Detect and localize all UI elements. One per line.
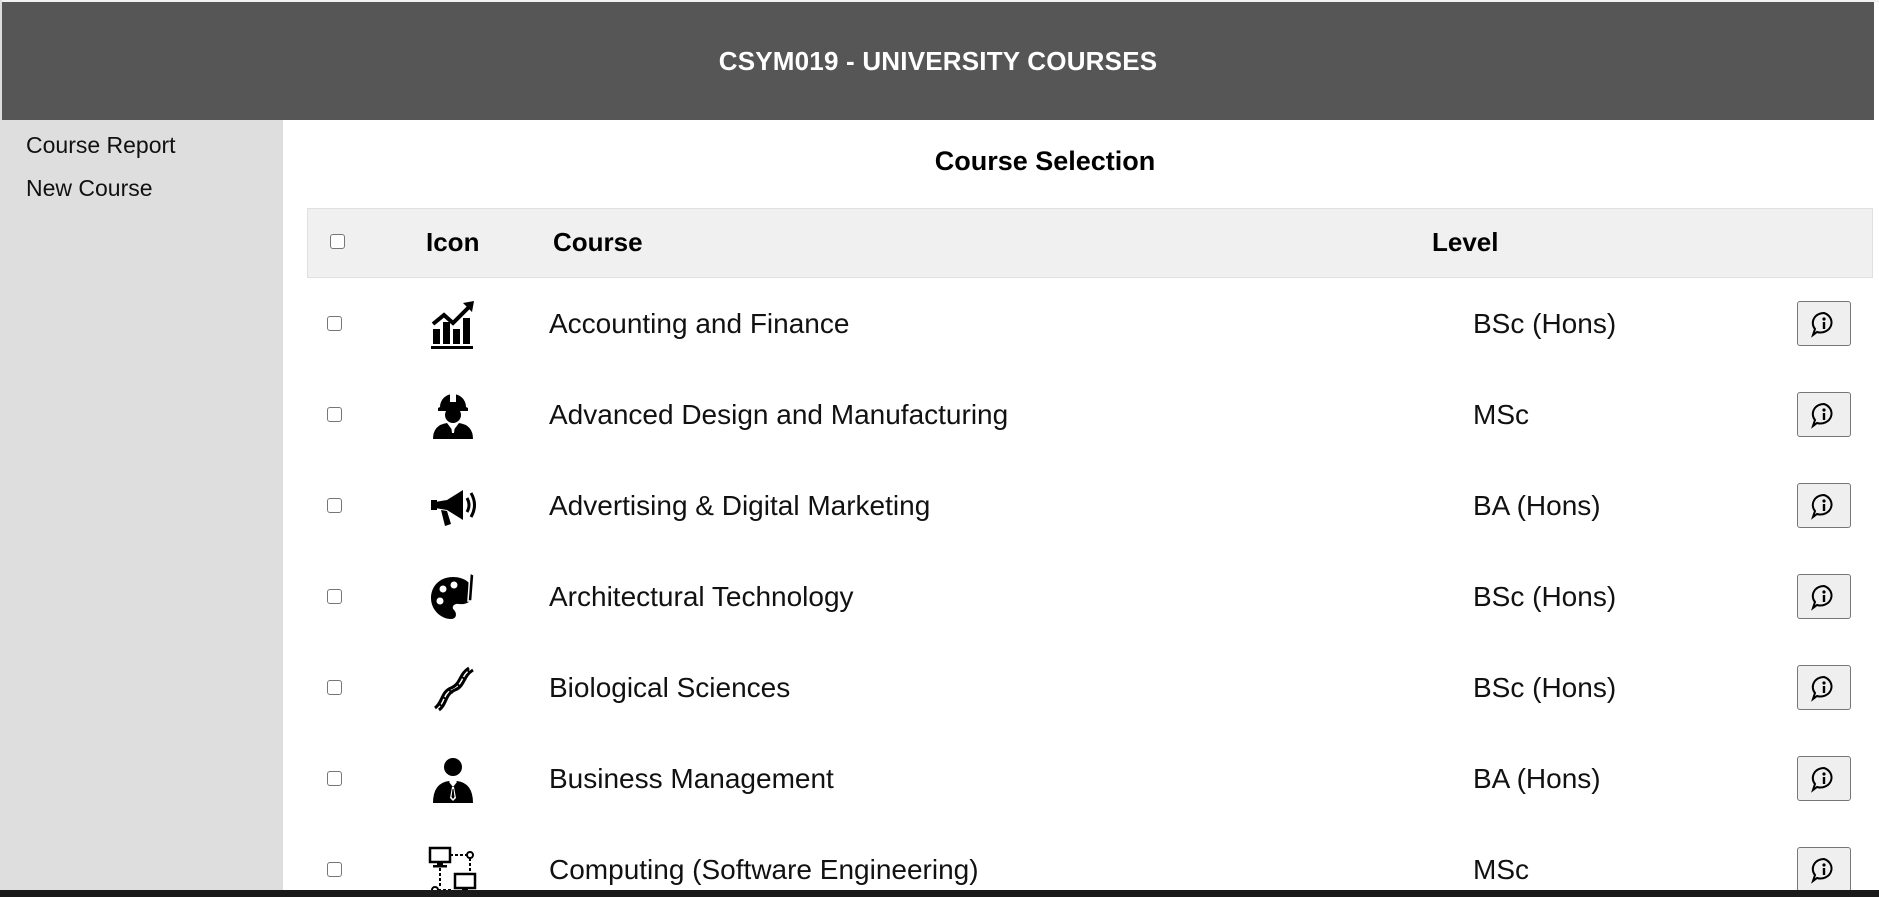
column-header-icon: Icon — [426, 227, 480, 257]
column-header-level: Level — [1432, 227, 1499, 257]
table-row: Business Management BA (Hons) — [307, 733, 1873, 824]
course-level: BSc (Hons) — [1473, 672, 1617, 703]
table-row: Advertising & Digital Marketing BA (Hons… — [307, 460, 1873, 551]
table-row: Advanced Design and Manufacturing MSc — [307, 369, 1873, 460]
course-info-button[interactable] — [1797, 574, 1851, 619]
engineer-helmet-icon — [433, 394, 473, 439]
course-info-button[interactable] — [1797, 665, 1851, 710]
row-checkbox[interactable] — [327, 680, 342, 695]
row-checkbox[interactable] — [327, 407, 342, 422]
info-speech-bubble-icon — [1811, 857, 1833, 884]
table-row: Computing (Software Engineering) MSc — [307, 824, 1873, 890]
course-info-button[interactable] — [1797, 483, 1851, 528]
business-person-icon — [433, 758, 473, 803]
course-level: BSc (Hons) — [1473, 308, 1617, 339]
course-name: Advanced Design and Manufacturing — [549, 399, 1009, 430]
row-checkbox[interactable] — [327, 589, 342, 604]
info-speech-bubble-icon — [1811, 766, 1833, 793]
course-level: MSc — [1473, 399, 1529, 430]
table-row: Biological Sciences BSc (Hons) — [307, 642, 1873, 733]
course-info-button[interactable] — [1797, 756, 1851, 801]
course-level: MSc — [1473, 854, 1529, 885]
table-row: Accounting and Finance BSc (Hons) — [307, 278, 1873, 369]
megaphone-icon — [431, 490, 476, 526]
info-speech-bubble-icon — [1811, 311, 1833, 338]
row-checkbox[interactable] — [327, 316, 342, 331]
course-info-button[interactable] — [1797, 301, 1851, 346]
info-speech-bubble-icon — [1811, 584, 1833, 611]
main-content: Course Selection Icon Course Level Accou… — [283, 120, 1879, 890]
row-checkbox[interactable] — [327, 771, 342, 786]
course-name: Business Management — [549, 763, 834, 794]
info-speech-bubble-icon — [1811, 402, 1833, 429]
table-row: Architectural Technology BSc (Hons) — [307, 551, 1873, 642]
page-header: CSYM019 - UNIVERSITY COURSES — [2, 2, 1874, 120]
info-speech-bubble-icon — [1811, 493, 1833, 520]
finance-chart-icon — [431, 301, 474, 349]
row-checkbox[interactable] — [327, 862, 342, 877]
window-edge-bottom — [0, 890, 1879, 897]
row-checkbox[interactable] — [327, 498, 342, 513]
page-title: Course Selection — [934, 146, 1156, 176]
course-name: Architectural Technology — [549, 581, 854, 612]
course-name: Advertising & Digital Marketing — [549, 490, 931, 521]
dna-icon — [433, 666, 474, 712]
sidebar-link-new-course[interactable]: New Course — [26, 175, 153, 202]
app-window: CSYM019 - UNIVERSITY COURSES Course Repo… — [0, 0, 1879, 897]
info-speech-bubble-icon — [1811, 675, 1833, 702]
course-name: Biological Sciences — [549, 672, 791, 703]
palette-icon — [431, 571, 475, 619]
course-name: Computing (Software Engineering) — [549, 854, 979, 885]
sidebar-link-course-report[interactable]: Course Report — [26, 132, 176, 159]
select-all-checkbox[interactable] — [330, 234, 345, 249]
column-header-course: Course — [553, 227, 643, 257]
course-info-button[interactable] — [1797, 392, 1851, 437]
sidebar: Course Report New Course — [2, 120, 283, 890]
course-level: BA (Hons) — [1473, 490, 1601, 521]
course-name: Accounting and Finance — [549, 308, 850, 339]
course-level: BSc (Hons) — [1473, 581, 1617, 612]
course-level: BA (Hons) — [1473, 763, 1601, 794]
computer-network-icon — [428, 846, 477, 890]
course-info-button[interactable] — [1797, 847, 1851, 890]
table-header: Icon Course Level — [307, 208, 1873, 278]
header-title: CSYM019 - UNIVERSITY COURSES — [718, 45, 1158, 76]
